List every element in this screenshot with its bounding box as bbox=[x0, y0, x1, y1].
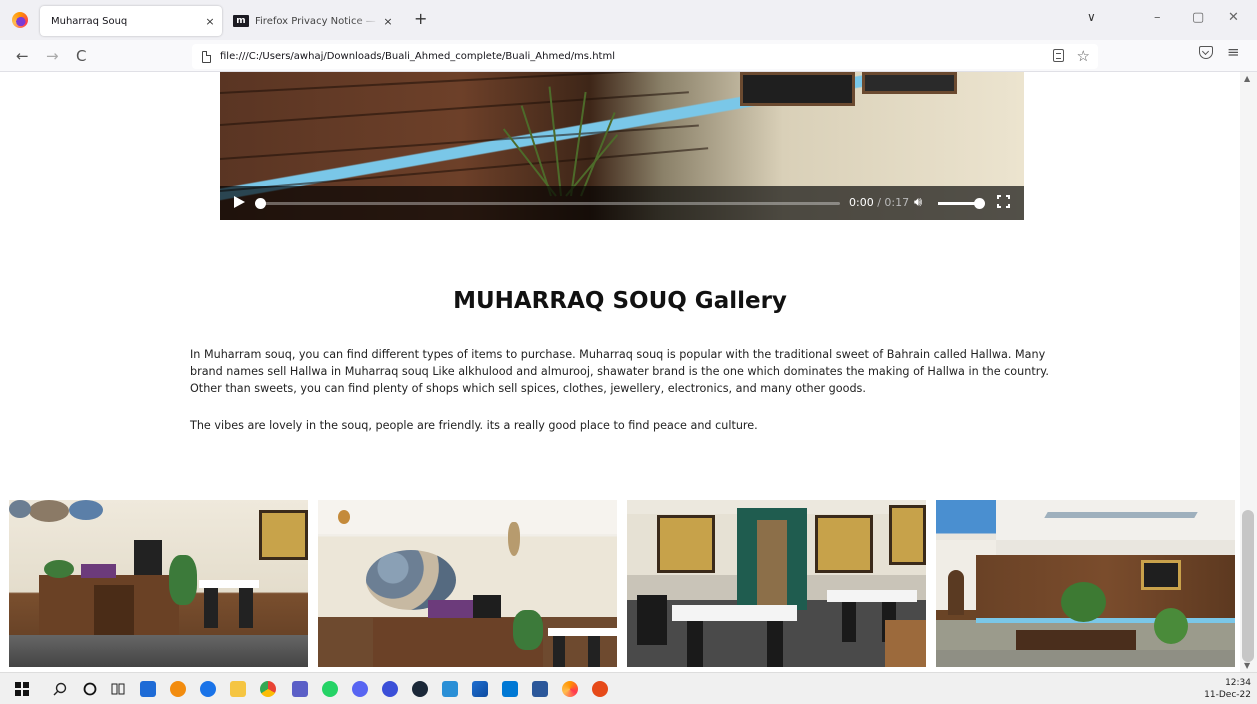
restore-button[interactable]: ▢ bbox=[1192, 10, 1204, 25]
steam-icon[interactable] bbox=[412, 681, 428, 697]
whatsapp-icon[interactable] bbox=[322, 681, 338, 697]
reload-button[interactable]: C bbox=[76, 47, 86, 65]
chrome-icon[interactable] bbox=[260, 681, 276, 697]
bookmark-star-icon[interactable]: ☆ bbox=[1077, 47, 1090, 65]
tab-title: Firefox Privacy Notice — Mozill bbox=[255, 15, 379, 27]
close-icon[interactable]: × bbox=[379, 15, 397, 28]
github-icon[interactable] bbox=[200, 681, 216, 697]
photos-icon[interactable] bbox=[472, 681, 488, 697]
scroll-down-button[interactable]: ▼ bbox=[1244, 661, 1250, 670]
discord-icon[interactable] bbox=[352, 681, 368, 697]
volume-slider[interactable] bbox=[938, 198, 986, 209]
page-viewport: 0:00 / 0:17 🔊︎ MUHARRAQ SOUQ Gallery In … bbox=[0, 72, 1240, 672]
iptv-icon[interactable] bbox=[382, 681, 398, 697]
close-window-button[interactable]: ✕ bbox=[1228, 10, 1239, 25]
firefox-icon[interactable] bbox=[562, 681, 578, 697]
vibes-paragraph: The vibes are lovely in the souq, people… bbox=[190, 419, 758, 432]
paint-icon[interactable] bbox=[592, 681, 608, 697]
gallery-photo[interactable] bbox=[936, 500, 1235, 667]
volume-icon[interactable]: 🔊︎ bbox=[914, 195, 922, 210]
video-progress-slider[interactable] bbox=[255, 198, 840, 209]
duration: 0:17 bbox=[884, 196, 910, 209]
firefox-logo-icon bbox=[12, 12, 28, 28]
file-explorer-icon[interactable] bbox=[230, 681, 246, 697]
close-icon[interactable]: × bbox=[201, 15, 219, 28]
navigation-toolbar: ← → C file:///C:/Users/awhaj/Downloads/B… bbox=[0, 40, 1257, 72]
gallery-photo[interactable] bbox=[318, 500, 617, 667]
minimize-button[interactable]: – bbox=[1154, 10, 1161, 25]
back-button[interactable]: ← bbox=[16, 47, 29, 65]
tab-strip: Muharraq Souq × m Firefox Privacy Notice… bbox=[0, 0, 1257, 40]
mozilla-favicon-icon: m bbox=[233, 15, 249, 27]
video-time: 0:00 / 0:17 bbox=[849, 196, 909, 209]
tab-muharraq-souq[interactable]: Muharraq Souq × bbox=[40, 6, 222, 36]
new-tab-button[interactable]: + bbox=[414, 9, 427, 28]
clock-date: 11-Dec-22 bbox=[1204, 690, 1251, 700]
url-text[interactable]: file:///C:/Users/awhaj/Downloads/Buali_A… bbox=[220, 51, 615, 62]
scrollbar-thumb[interactable] bbox=[1242, 510, 1254, 662]
clock-time: 12:34 bbox=[1225, 678, 1251, 688]
url-bar[interactable]: file:///C:/Users/awhaj/Downloads/Buali_A… bbox=[192, 44, 1098, 69]
cortana-icon[interactable] bbox=[82, 681, 98, 697]
store-icon[interactable] bbox=[140, 681, 156, 697]
vscode-icon[interactable] bbox=[502, 681, 518, 697]
teams-icon[interactable] bbox=[292, 681, 308, 697]
tab-firefox-privacy-notice[interactable]: m Firefox Privacy Notice — Mozill × bbox=[230, 6, 400, 36]
remote-icon[interactable] bbox=[442, 681, 458, 697]
progress-thumb[interactable] bbox=[255, 198, 266, 209]
volume-fill bbox=[938, 202, 980, 205]
reader-view-icon[interactable] bbox=[1053, 49, 1064, 62]
gallery-photo[interactable] bbox=[627, 500, 926, 667]
task-view-icon[interactable] bbox=[110, 681, 126, 697]
video-frame-window bbox=[862, 72, 957, 94]
windows-taskbar: 12:34 11-Dec-22 bbox=[0, 672, 1257, 704]
page-title: MUHARRAQ SOUQ Gallery bbox=[453, 288, 787, 314]
video-controls: 0:00 / 0:17 🔊︎ bbox=[220, 186, 1024, 220]
forward-button[interactable]: → bbox=[46, 47, 59, 65]
word-icon[interactable] bbox=[532, 681, 548, 697]
photo-gallery bbox=[0, 500, 1240, 672]
play-icon[interactable] bbox=[234, 196, 245, 208]
tab-title: Muharraq Souq bbox=[51, 15, 128, 27]
video-player[interactable]: 0:00 / 0:17 🔊︎ bbox=[220, 72, 1024, 220]
fullscreen-icon[interactable] bbox=[997, 195, 1010, 208]
search-icon[interactable] bbox=[52, 681, 68, 697]
scroll-up-button[interactable]: ▲ bbox=[1244, 74, 1250, 83]
intro-paragraph: In Muharram souq, you can find different… bbox=[190, 348, 1049, 395]
page-icon bbox=[202, 50, 211, 63]
gallery-photo[interactable] bbox=[9, 500, 308, 667]
page-scrollbar[interactable]: ▲ ▼ bbox=[1240, 72, 1257, 672]
volume-thumb[interactable] bbox=[974, 198, 986, 209]
current-time: 0:00 bbox=[849, 196, 874, 209]
search-app-icon[interactable] bbox=[170, 681, 186, 697]
video-frame-window bbox=[740, 72, 855, 106]
hamburger-menu-icon[interactable]: ≡ bbox=[1227, 43, 1240, 61]
time-separator: / bbox=[873, 196, 885, 209]
windows-start-icon[interactable] bbox=[14, 681, 30, 697]
system-clock[interactable]: 12:34 11-Dec-22 bbox=[1204, 677, 1251, 701]
list-all-tabs-button[interactable]: ∨ bbox=[1087, 10, 1096, 24]
